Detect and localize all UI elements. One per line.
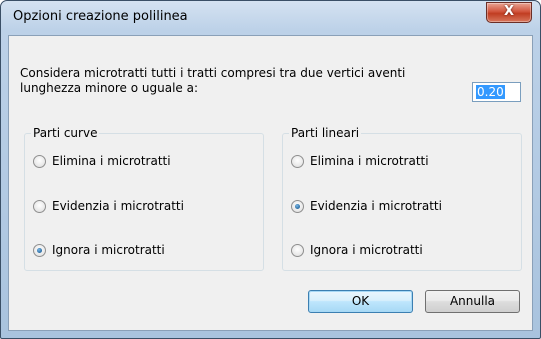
radio-label: Ignora i microtratti: [52, 243, 165, 257]
radio-label: Elimina i microtratti: [52, 154, 171, 168]
radio-button-checked[interactable]: [291, 199, 304, 213]
radio-label: Elimina i microtratti: [310, 154, 429, 168]
dialog-window: Opzioni creazione polilinea X Considera …: [0, 0, 541, 339]
linear-option-evidenzia[interactable]: Evidenzia i microtratti: [291, 198, 442, 214]
radio-button[interactable]: [33, 199, 46, 213]
radio-button-checked[interactable]: [33, 243, 46, 257]
radio-label: Evidenzia i microtratti: [310, 199, 442, 213]
dialog-body: Considera microtratti tutti i tratti com…: [8, 35, 533, 331]
radio-label: Evidenzia i microtratti: [52, 199, 184, 213]
linear-option-elimina[interactable]: Elimina i microtratti: [291, 153, 429, 169]
threshold-value: 0.20: [476, 85, 505, 99]
radio-button[interactable]: [291, 243, 304, 257]
linear-option-ignora[interactable]: Ignora i microtratti: [291, 242, 423, 258]
ok-button[interactable]: OK: [308, 290, 413, 313]
radio-button[interactable]: [291, 154, 304, 168]
close-button[interactable]: X: [486, 2, 532, 23]
group-linear: Parti lineari Elimina i microtratti Evid…: [282, 126, 522, 271]
title-bar[interactable]: Opzioni creazione polilinea X: [1, 1, 540, 35]
radio-label: Ignora i microtratti: [310, 243, 423, 257]
window-title: Opzioni creazione polilinea: [13, 9, 188, 24]
prompt-text: Considera microtratti tutti i tratti com…: [20, 66, 406, 95]
radio-button[interactable]: [33, 154, 46, 168]
cancel-button[interactable]: Annulla: [425, 290, 520, 313]
curve-option-evidenzia[interactable]: Evidenzia i microtratti: [33, 198, 184, 214]
close-icon: X: [503, 4, 515, 19]
group-linear-title: Parti lineari: [289, 126, 362, 140]
curve-option-elimina[interactable]: Elimina i microtratti: [33, 153, 171, 169]
curve-option-ignora[interactable]: Ignora i microtratti: [33, 242, 165, 258]
threshold-input[interactable]: 0.20: [472, 82, 521, 102]
group-curve-title: Parti curve: [31, 126, 100, 140]
group-curve: Parti curve Elimina i microtratti Eviden…: [24, 126, 264, 271]
